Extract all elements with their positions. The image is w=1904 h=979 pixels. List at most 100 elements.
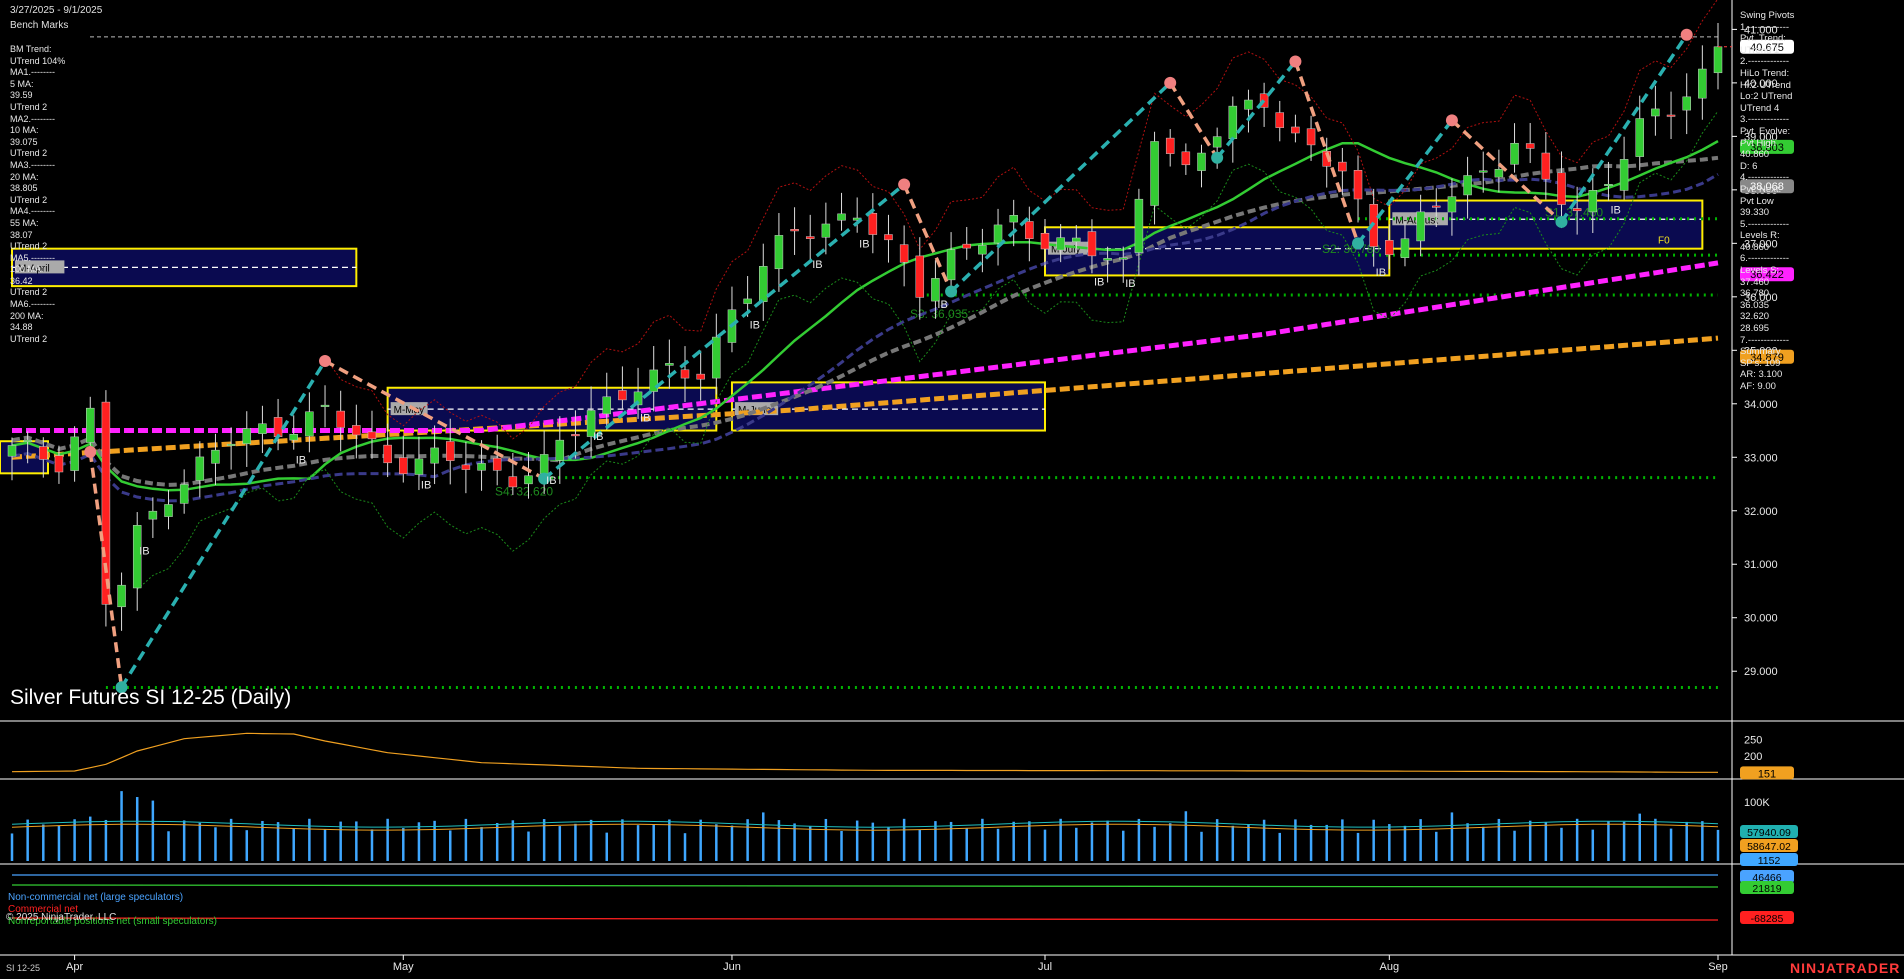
candle-body (1682, 96, 1691, 111)
chart-canvas[interactable]: 29.00030.00031.00032.00033.00034.00035.0… (0, 0, 1904, 979)
candle-body (1306, 128, 1316, 146)
ib-mark: IB (1610, 205, 1620, 217)
candle-body (993, 224, 1003, 244)
candle-body (805, 236, 815, 239)
candle-body (1009, 215, 1018, 223)
x-tick-label: May (393, 961, 414, 973)
swing-pivot-dot (945, 285, 958, 298)
pivot-legend-line: 40.860 (1740, 149, 1770, 161)
osc-tick-label: 200 (1744, 751, 1762, 763)
volume-value-label: 58647.02 (1747, 841, 1791, 853)
candle-body (524, 475, 533, 485)
pivot-legend-line: HiLo Trend: (1740, 67, 1790, 79)
candle-body (461, 464, 471, 470)
ib-mark: IB (640, 412, 650, 424)
ma20-line (11, 140, 1719, 492)
cot-value-label: 21819 (1752, 883, 1781, 895)
pivot-legend-line: 36.035 (1740, 299, 1770, 311)
ib-mark: IB (1094, 276, 1104, 288)
candle-body (1572, 208, 1582, 212)
candle-body (1103, 258, 1112, 261)
candle-body (211, 449, 220, 464)
benchmark-legend-line: UTrend 2 (10, 241, 48, 252)
candle-body (1619, 159, 1629, 191)
candle-body (101, 401, 111, 605)
swing-pivot-dot (1352, 237, 1365, 250)
x-tick-label: Jun (723, 961, 741, 973)
candle-body (915, 255, 925, 298)
oscillator-line (11, 732, 1718, 773)
swing-pivot-dot (1164, 76, 1177, 89)
copyright: © 2025 NinjaTrader, LLC (6, 912, 117, 923)
candle-body (899, 244, 909, 263)
swing-pivot-dot (319, 355, 332, 367)
candle-body (492, 457, 502, 471)
volume-value-label: 1152 (1758, 855, 1781, 867)
candle-body (759, 266, 768, 302)
candle-body (555, 439, 565, 461)
candle-body (1150, 141, 1159, 206)
pivot-legend-line: 28.695 (1740, 323, 1770, 335)
swing-line (120, 360, 327, 689)
candle-body (305, 411, 314, 437)
volume-oi-line (11, 820, 1719, 828)
candle-body (1651, 108, 1660, 117)
pivot-legend-line: 1.------------- (1740, 21, 1790, 33)
pivot-legend-line: 4.------------- (1740, 172, 1790, 184)
candle-body (320, 404, 330, 407)
pivot-legend-line: Pvt High (1740, 137, 1776, 149)
candle-body (258, 423, 267, 434)
swing-pivot-dot (1289, 55, 1302, 68)
candle-body (352, 425, 361, 436)
candle-body (1056, 237, 1065, 251)
cot-legend-large: Non-commercial net (large speculators) (8, 892, 184, 903)
candle-body (1338, 161, 1347, 172)
y-tick-label: 31.000 (1744, 559, 1778, 571)
monthly-box-label: M-May (394, 405, 425, 416)
candle-body (931, 278, 940, 302)
candle-body (430, 447, 439, 464)
candle-body (179, 484, 189, 504)
pivot-legend-line: Levels R: (1740, 230, 1780, 242)
swing-line (1168, 81, 1219, 159)
swing-line (1293, 60, 1360, 244)
candle-body (1713, 46, 1723, 74)
candle-body (868, 212, 878, 235)
benchmark-legend-line: MA3.-------- (10, 159, 55, 170)
swing-pivot-dot (1445, 114, 1458, 127)
candle-body (1072, 237, 1081, 242)
pivot-legend-line: Pvt. Next: (1740, 183, 1782, 195)
candle-body (1087, 231, 1097, 257)
candle-body (1040, 233, 1050, 250)
benchmark-legend-line: UTrend 104% (10, 55, 66, 66)
candle-body (1134, 198, 1144, 253)
swing-pivot-dot (898, 178, 911, 191)
ib-mark: IB (1376, 267, 1386, 279)
pivot-legend-line: Summary (1740, 346, 1781, 358)
candle-body (1510, 142, 1519, 165)
candle-body (1525, 143, 1535, 149)
candle-body (1165, 137, 1175, 154)
candle-body (1447, 196, 1457, 213)
ib-mark: IB (421, 479, 431, 491)
ib-mark: IB (859, 238, 869, 250)
benchmark-legend-line: 38.805 (10, 183, 38, 194)
candle-body (336, 410, 345, 428)
candle-body (39, 446, 48, 460)
ib-mark: IB (812, 259, 822, 271)
benchmark-legend-line: BM Trend: (10, 44, 52, 54)
benchmark-legend-line: UTrend 2 (10, 194, 48, 205)
swing-pivot-dot (1680, 28, 1693, 41)
candle-body (978, 245, 987, 255)
candle-body (774, 235, 784, 270)
pivot-legend-line: AF: 9.00 (1740, 381, 1776, 392)
cot-value-label: -68285 (1751, 913, 1784, 925)
candles (7, 22, 1723, 631)
chart-title: Silver Futures SI 12-25 (Daily) (10, 686, 292, 709)
candle-body (962, 243, 971, 249)
candle-body (602, 396, 612, 415)
pivot-legend-line: 2.------------- (1740, 56, 1790, 68)
candle-body (1635, 118, 1644, 157)
candle-body (618, 390, 627, 401)
pivot-legend-line: 5.------------- (1740, 218, 1790, 230)
